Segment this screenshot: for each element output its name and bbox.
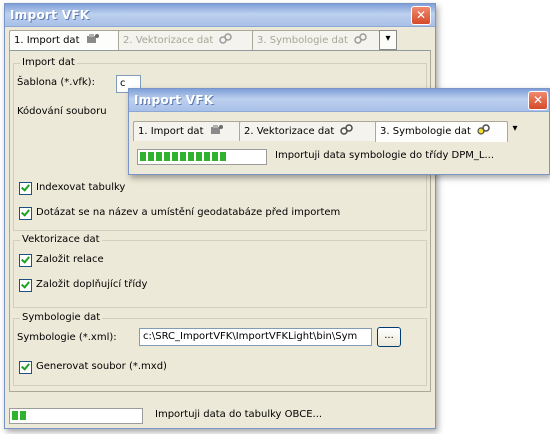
generate-mxd-checkbox[interactable] (19, 361, 32, 374)
overlay-status-text: Importuji data symbologie do třídy DPM_L… (275, 150, 495, 161)
tab-import-dat[interactable]: 1. Import dat (9, 30, 122, 51)
progress-segment (20, 411, 26, 420)
main-status-text: Importuji data do tabulky OBCE... (155, 409, 323, 420)
tab-vektorizace-dat[interactable]: 2. Vektorizace dat (118, 30, 256, 50)
symbology-xml-label: Symbologie (*.xml): (17, 332, 117, 343)
tabs-dropdown-button[interactable]: ▾ (379, 30, 397, 50)
symbology-icon (354, 32, 368, 44)
vectorize-icon (340, 123, 354, 135)
generate-mxd-label: Generovat soubor (*.mxd) (36, 361, 167, 372)
create-relations-label: Založit relace (36, 254, 104, 265)
create-relations-checkbox[interactable] (19, 254, 32, 267)
index-tables-label: Indexovat tabulky (36, 182, 126, 193)
overlay-close-button[interactable]: ✕ (528, 91, 548, 110)
ask-gdb-checkbox[interactable] (19, 207, 32, 220)
template-label: Šablona (*.vfk): (17, 77, 95, 88)
overlay-tabs-dropdown-button[interactable]: ▾ (507, 121, 523, 139)
encoding-label: Kódování souboru (17, 106, 107, 117)
tab-symbologie-dat[interactable]: 3. Symbologie dat (252, 30, 380, 50)
browse-button[interactable]: ... (377, 327, 401, 347)
vectorize-icon (219, 32, 233, 44)
import-icon (86, 32, 100, 43)
import-icon (210, 123, 224, 134)
main-tabstrip: 1. Import dat 2. Vektorizace dat 3. Symb… (9, 30, 429, 51)
progress-segment (140, 152, 146, 161)
group-title-symbologie: Symbologie dat (20, 312, 103, 323)
create-classes-checkbox[interactable] (19, 279, 32, 292)
progress-segment (204, 152, 210, 161)
group-title-import: Import dat (20, 57, 77, 68)
progress-segment (180, 152, 186, 161)
group-symbologie-dat: Symbologie dat Symbologie (*.xml): c:\SR… (13, 312, 427, 386)
progress-segment (220, 152, 226, 161)
group-title-vektorizace: Vektorizace dat (20, 234, 102, 245)
symbology-xml-input[interactable]: c:\SRC_ImportVFK\ImportVFKLight\bin\Sym (139, 328, 372, 346)
overlay-tab-import-dat[interactable]: 1. Import dat (133, 121, 243, 141)
index-tables-checkbox[interactable] (19, 182, 32, 195)
progress-segment (188, 152, 194, 161)
main-titlebar[interactable]: Import VFK ✕ (5, 4, 435, 27)
progress-segment (212, 152, 218, 161)
progress-segment (156, 152, 162, 161)
symbology-icon (477, 123, 491, 135)
main-window: Import VFK ✕ 1. Import dat 2. Vektorizac… (4, 3, 436, 429)
progress-segment (196, 152, 202, 161)
progress-segment (12, 411, 18, 420)
main-title: Import VFK (10, 8, 90, 22)
progress-segment (164, 152, 170, 161)
progress-segment (148, 152, 154, 161)
main-progress-bar (9, 408, 143, 424)
overlay-progress-bar (137, 149, 267, 165)
overlay-tab-symbologie-dat[interactable]: 3. Symbologie dat (375, 121, 508, 142)
progress-segment (172, 152, 178, 161)
overlay-window: Import VFK ✕ 1. Import dat 2. Vektorizac… (128, 88, 550, 175)
overlay-tab-vektorizace-dat[interactable]: 2. Vektorizace dat (239, 121, 379, 141)
overlay-tabstrip: 1. Import dat 2. Vektorizace dat 3. Symb… (133, 121, 545, 142)
overlay-title: Import VFK (134, 93, 214, 107)
create-classes-label: Založit doplňující třídy (36, 279, 148, 290)
main-close-button[interactable]: ✕ (411, 6, 431, 25)
group-vektorizace-dat: Vektorizace dat Založit relace Založit d… (13, 234, 427, 308)
overlay-titlebar[interactable]: Import VFK ✕ (129, 89, 549, 112)
ask-gdb-label: Dotázat se na název a umístění geodatabá… (36, 207, 341, 218)
